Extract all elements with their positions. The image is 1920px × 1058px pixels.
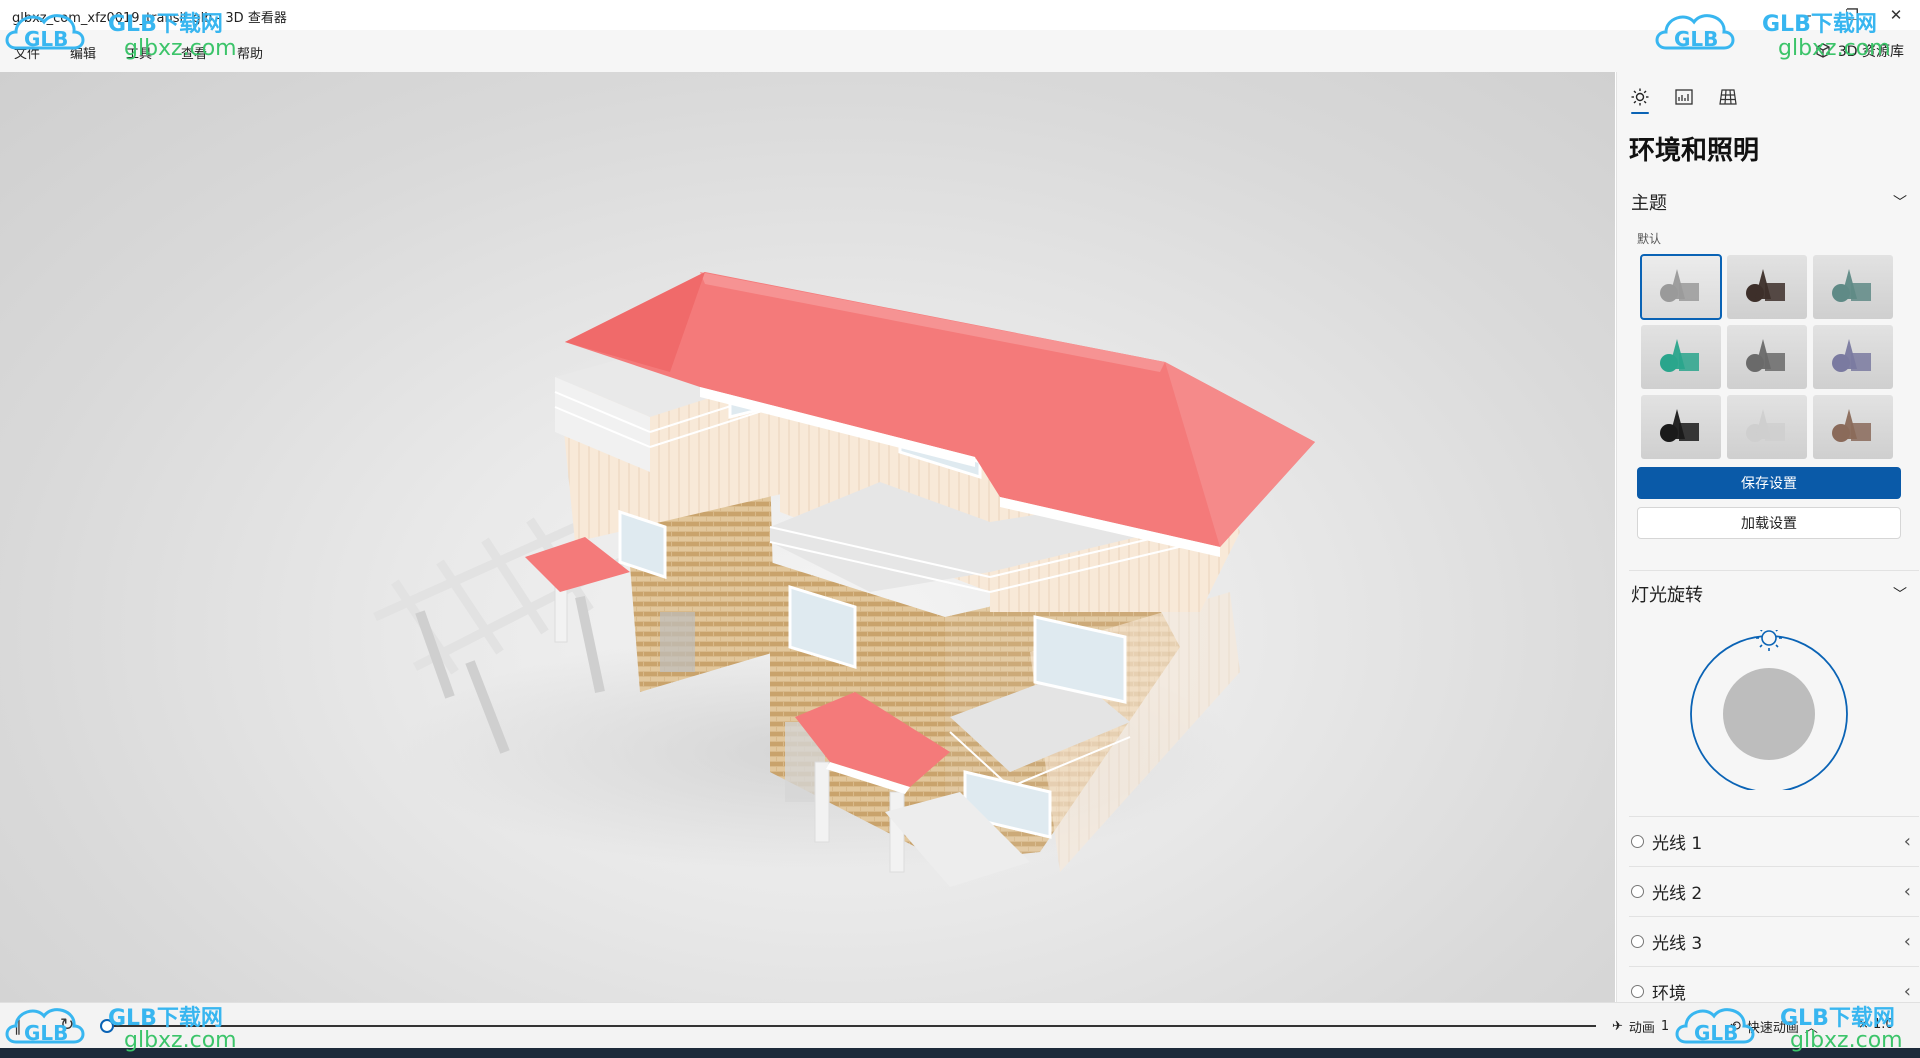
- theme-section-header[interactable]: 主题 ﹀: [1631, 187, 1907, 217]
- sun-icon: [1631, 88, 1649, 106]
- light-rotation-label: 灯光旋转: [1631, 585, 1703, 606]
- menu-edit[interactable]: 编辑: [70, 43, 96, 62]
- chevron-left-icon: ‹: [1903, 980, 1911, 1002]
- theme-swatch-1[interactable]: [1640, 254, 1722, 320]
- animation-label: 动画: [1628, 1021, 1655, 1036]
- playback-speed[interactable]: × 1.0: [1858, 1017, 1894, 1032]
- load-settings-button[interactable]: 加载设置: [1637, 507, 1901, 539]
- animation-selector[interactable]: ✈ 动画 1: [1612, 1017, 1669, 1036]
- divider: [1629, 866, 1919, 867]
- window-title: glbxz_com_xfz0019_transit.glb - 3D 查看器: [12, 11, 287, 26]
- light-rotation-header[interactable]: 灯光旋转 ﹀: [1631, 579, 1907, 609]
- divider: [1629, 570, 1919, 571]
- menu-file[interactable]: 文件: [14, 43, 40, 62]
- chevron-up-icon: ︿: [1804, 1021, 1818, 1036]
- chevron-left-icon: ‹: [1903, 830, 1911, 852]
- quick-animation-button[interactable]: ⟲ 快速动画 ︿: [1730, 1017, 1818, 1036]
- save-settings-button[interactable]: 保存设置: [1637, 467, 1901, 499]
- 3d-viewport[interactable]: [0, 72, 1615, 1002]
- theme-swatch-3[interactable]: [1813, 255, 1893, 319]
- environment-radio[interactable]: [1631, 984, 1644, 998]
- theme-default-label: 默认: [1637, 232, 1662, 246]
- animation-bar: ‖ ↻ ✈ 动画 1 ⟲ 快速动画 ︿ × 1.0: [0, 1002, 1920, 1048]
- animation-timeline[interactable]: [106, 1025, 1596, 1027]
- theme-swatch-9[interactable]: [1813, 395, 1893, 459]
- title-bar: glbxz_com_xfz0019_transit.glb - 3D 查看器 –…: [0, 0, 1920, 30]
- grid-icon: [1719, 89, 1737, 105]
- chevron-left-icon: ‹: [1903, 930, 1911, 952]
- taskbar: [0, 1048, 1920, 1058]
- loop-icon[interactable]: ↻: [60, 1015, 74, 1035]
- quick-animation-icon: ⟲: [1730, 1019, 1741, 1034]
- panel-tabs: [1627, 82, 1741, 118]
- light-3-label: 光线 3: [1652, 933, 1703, 954]
- animation-index: 1: [1660, 1019, 1670, 1034]
- light-3-row[interactable]: 光线 3 ‹: [1631, 920, 1911, 962]
- close-button[interactable]: ✕: [1874, 2, 1918, 28]
- menu-bar: 文件 编辑 工具 查看 帮助 3D 资源库: [0, 30, 1920, 72]
- light-1-label: 光线 1: [1652, 833, 1703, 854]
- quick-animation-label: 快速动画: [1746, 1021, 1799, 1036]
- tab-lighting[interactable]: [1627, 82, 1653, 114]
- animation-icon: ✈: [1612, 1019, 1623, 1034]
- resource-library-label: 3D 资源库: [1837, 44, 1904, 60]
- environment-label: 环境: [1652, 983, 1686, 1003]
- cube-icon: [1816, 43, 1830, 58]
- menu-view[interactable]: 查看: [181, 43, 207, 62]
- light-3-radio[interactable]: [1631, 934, 1644, 948]
- environment-panel: 环境和照明 主题 ﹀ 默认 保存设置 加载设置 灯光旋转 ﹀ 光线 1 ‹ 光线…: [1616, 72, 1920, 1002]
- divider: [1629, 966, 1919, 967]
- chevron-down-icon: ﹀: [1893, 587, 1907, 603]
- theme-header-label: 主题: [1631, 193, 1667, 214]
- light-1-row[interactable]: 光线 1 ‹: [1631, 820, 1911, 862]
- panel-title: 环境和照明: [1629, 136, 1760, 166]
- light-2-label: 光线 2: [1652, 883, 1703, 904]
- light-2-radio[interactable]: [1631, 884, 1644, 898]
- tab-grid[interactable]: [1715, 82, 1741, 112]
- house-model: [373, 272, 1315, 887]
- chevron-down-icon: ﹀: [1893, 195, 1907, 211]
- theme-swatch-7[interactable]: [1641, 395, 1721, 459]
- theme-swatch-2[interactable]: [1727, 255, 1807, 319]
- light-rotation-dial[interactable]: [1689, 625, 1849, 793]
- light-1-radio[interactable]: [1631, 834, 1644, 848]
- divider: [1629, 916, 1919, 917]
- sun-icon[interactable]: [1756, 625, 1782, 651]
- resource-library-button[interactable]: 3D 资源库: [1814, 41, 1904, 61]
- menu-help[interactable]: 帮助: [237, 43, 263, 62]
- theme-swatch-4[interactable]: [1641, 325, 1721, 389]
- stats-icon: [1675, 89, 1693, 105]
- timeline-scrubber[interactable]: [100, 1019, 114, 1033]
- minimize-button[interactable]: –: [1786, 2, 1830, 28]
- pause-button[interactable]: ‖: [14, 1017, 22, 1035]
- divider: [1629, 816, 1919, 817]
- environment-row[interactable]: 环境 ‹: [1631, 970, 1911, 1002]
- theme-swatch-5[interactable]: [1727, 325, 1807, 389]
- maximize-button[interactable]: ❐: [1830, 2, 1874, 28]
- chevron-left-icon: ‹: [1903, 880, 1911, 902]
- theme-grid: [1640, 254, 1893, 459]
- light-2-row[interactable]: 光线 2 ‹: [1631, 870, 1911, 912]
- theme-swatch-6[interactable]: [1813, 325, 1893, 389]
- menu-tools[interactable]: 工具: [126, 43, 152, 62]
- theme-swatch-8[interactable]: [1727, 395, 1807, 459]
- tab-stats[interactable]: [1671, 82, 1697, 112]
